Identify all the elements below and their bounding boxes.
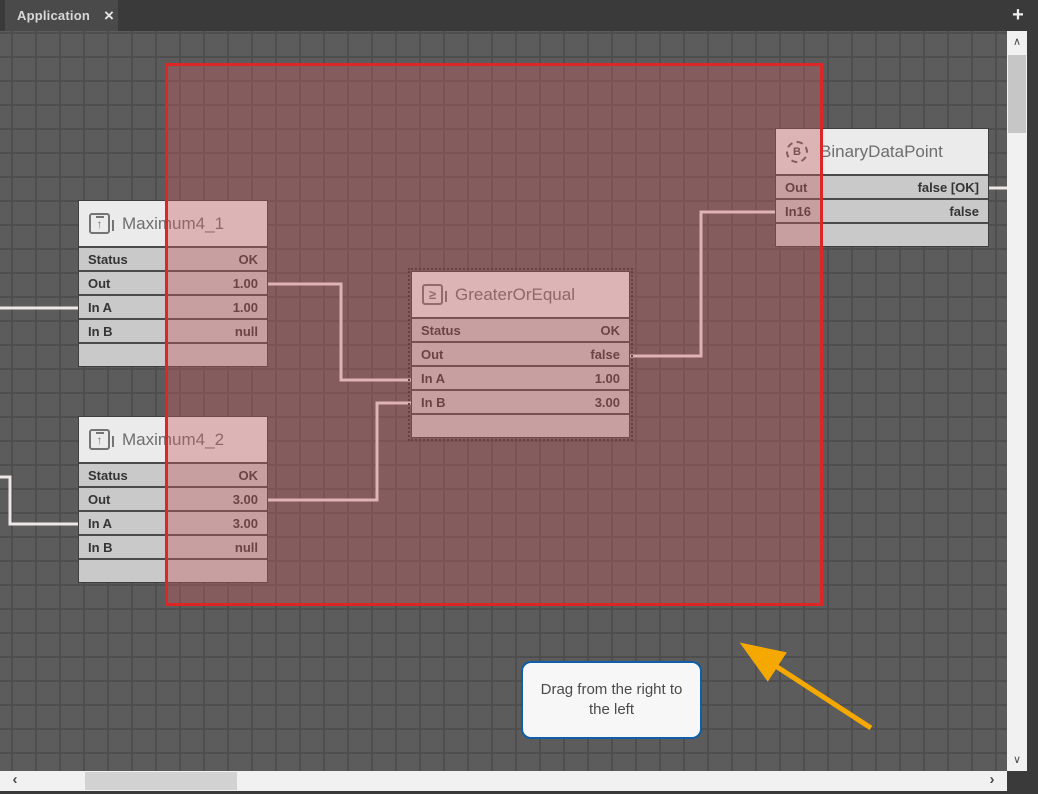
scroll-up-button[interactable]: ∧ [1007, 31, 1027, 53]
tab-application[interactable]: Application × [5, 0, 118, 31]
selection-rectangle [165, 63, 823, 606]
tab-close-icon[interactable]: × [104, 7, 114, 24]
scroll-down-button[interactable]: ∨ [1007, 749, 1027, 771]
block-title: BinaryDataPoint [820, 142, 943, 162]
row-label: In A [88, 516, 112, 531]
tooltip: Drag from the right to the left [521, 661, 702, 739]
row-label: Out [88, 492, 110, 507]
add-tab-button[interactable]: + [1006, 3, 1030, 27]
row-label: Out [88, 276, 110, 291]
tooltip-text: Drag from the right to the left [535, 680, 688, 721]
vertical-scroll-thumb[interactable] [1008, 55, 1026, 133]
vertical-scrollbar[interactable]: ∧ ∨ [1007, 31, 1027, 771]
row-label: Status [88, 468, 128, 483]
scroll-left-button[interactable]: ‹ [4, 771, 26, 791]
maximum-icon: ↑ [89, 213, 110, 234]
horizontal-scroll-thumb[interactable] [85, 772, 237, 790]
plus-icon: + [1012, 4, 1024, 26]
row-label: In A [88, 300, 112, 315]
row-label: Status [88, 252, 128, 267]
tab-bar: Application × + [0, 0, 1038, 31]
flow-editor-window: { "tab_bar": { "tab": { "label": "Applic… [0, 0, 1038, 794]
tab-label: Application [17, 8, 90, 23]
scroll-right-button[interactable]: › [981, 771, 1003, 791]
row-label: In B [88, 324, 113, 339]
horizontal-scrollbar[interactable]: ‹ › [0, 771, 1007, 791]
maximum-icon: ↑ [89, 429, 110, 450]
row-label: In B [88, 540, 113, 555]
row-value: false [OK] [918, 180, 979, 195]
row-value: false [949, 204, 979, 219]
